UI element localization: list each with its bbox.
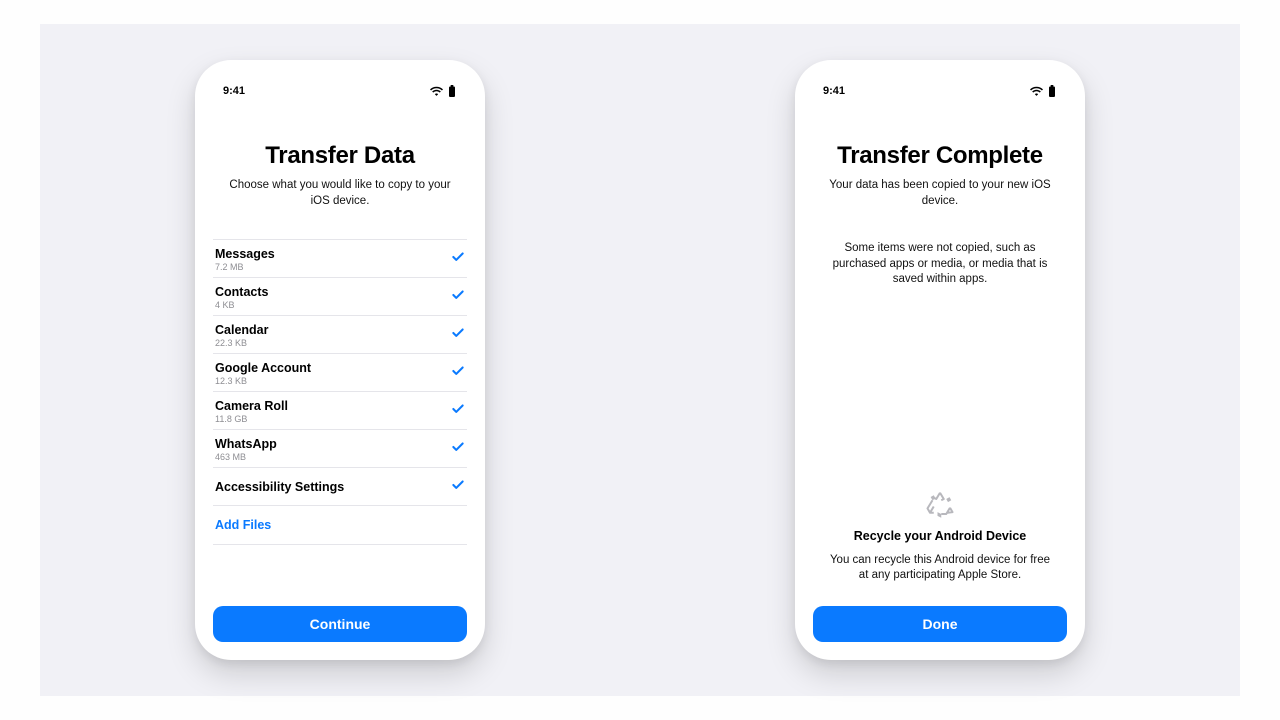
page-title: Transfer Data (219, 142, 461, 170)
continue-button[interactable]: Continue (213, 606, 467, 642)
status-time: 9:41 (823, 85, 845, 97)
screen-header: Transfer Data Choose what you would like… (213, 100, 467, 225)
status-bar: 9:41 (813, 82, 1067, 100)
phone-transfer-data: 9:41 Transfer Data Choose what you would… (195, 60, 485, 660)
recycle-body: You can recycle this Android device for … (823, 553, 1057, 584)
check-icon (451, 326, 465, 345)
item-label: Calendar (215, 323, 269, 337)
check-icon (451, 478, 465, 497)
item-size: 4 KB (215, 300, 268, 310)
page-subtitle: Choose what you would like to copy to yo… (219, 178, 461, 209)
phone-transfer-complete: 9:41 Transfer Complete Your data has bee… (795, 60, 1085, 660)
item-size: 12.3 KB (215, 376, 311, 386)
list-item[interactable]: Accessibility Settings (213, 468, 467, 506)
list-item[interactable]: WhatsApp 463 MB (213, 430, 467, 468)
check-icon (451, 364, 465, 383)
item-label: WhatsApp (215, 437, 277, 451)
check-icon (451, 402, 465, 421)
item-label: Google Account (215, 361, 311, 375)
item-size: 7.2 MB (215, 262, 275, 272)
list-item[interactable]: Camera Roll 11.8 GB (213, 392, 467, 430)
status-time: 9:41 (223, 85, 245, 97)
item-label: Contacts (215, 285, 268, 299)
page-title: Transfer Complete (819, 142, 1061, 170)
recycle-title: Recycle your Android Device (823, 529, 1057, 543)
status-bar: 9:41 (213, 82, 467, 100)
item-size: 11.8 GB (215, 414, 288, 424)
status-icons (1030, 85, 1057, 97)
page-subtitle: Your data has been copied to your new iO… (819, 178, 1061, 209)
recycle-icon (823, 489, 1057, 519)
item-label: Accessibility Settings (215, 480, 344, 494)
status-icons (430, 85, 457, 97)
transfer-note: Some items were not copied, such as purc… (813, 241, 1067, 288)
recycle-section: Recycle your Android Device You can recy… (813, 489, 1067, 584)
done-button[interactable]: Done (813, 606, 1067, 642)
battery-icon (1047, 85, 1057, 97)
list-item[interactable]: Contacts 4 KB (213, 278, 467, 316)
wifi-icon (430, 86, 443, 96)
check-icon (451, 440, 465, 459)
data-types-list: Messages 7.2 MB Contacts 4 KB Calendar (213, 239, 467, 545)
item-size: 22.3 KB (215, 338, 269, 348)
add-files-link[interactable]: Add Files (213, 506, 467, 545)
check-icon (451, 288, 465, 307)
item-label: Messages (215, 247, 275, 261)
check-icon (451, 250, 465, 269)
list-item[interactable]: Calendar 22.3 KB (213, 316, 467, 354)
screen-header: Transfer Complete Your data has been cop… (813, 100, 1067, 225)
item-label: Camera Roll (215, 399, 288, 413)
list-item[interactable]: Google Account 12.3 KB (213, 354, 467, 392)
wifi-icon (1030, 86, 1043, 96)
item-size: 463 MB (215, 452, 277, 462)
list-item[interactable]: Messages 7.2 MB (213, 240, 467, 278)
battery-icon (447, 85, 457, 97)
